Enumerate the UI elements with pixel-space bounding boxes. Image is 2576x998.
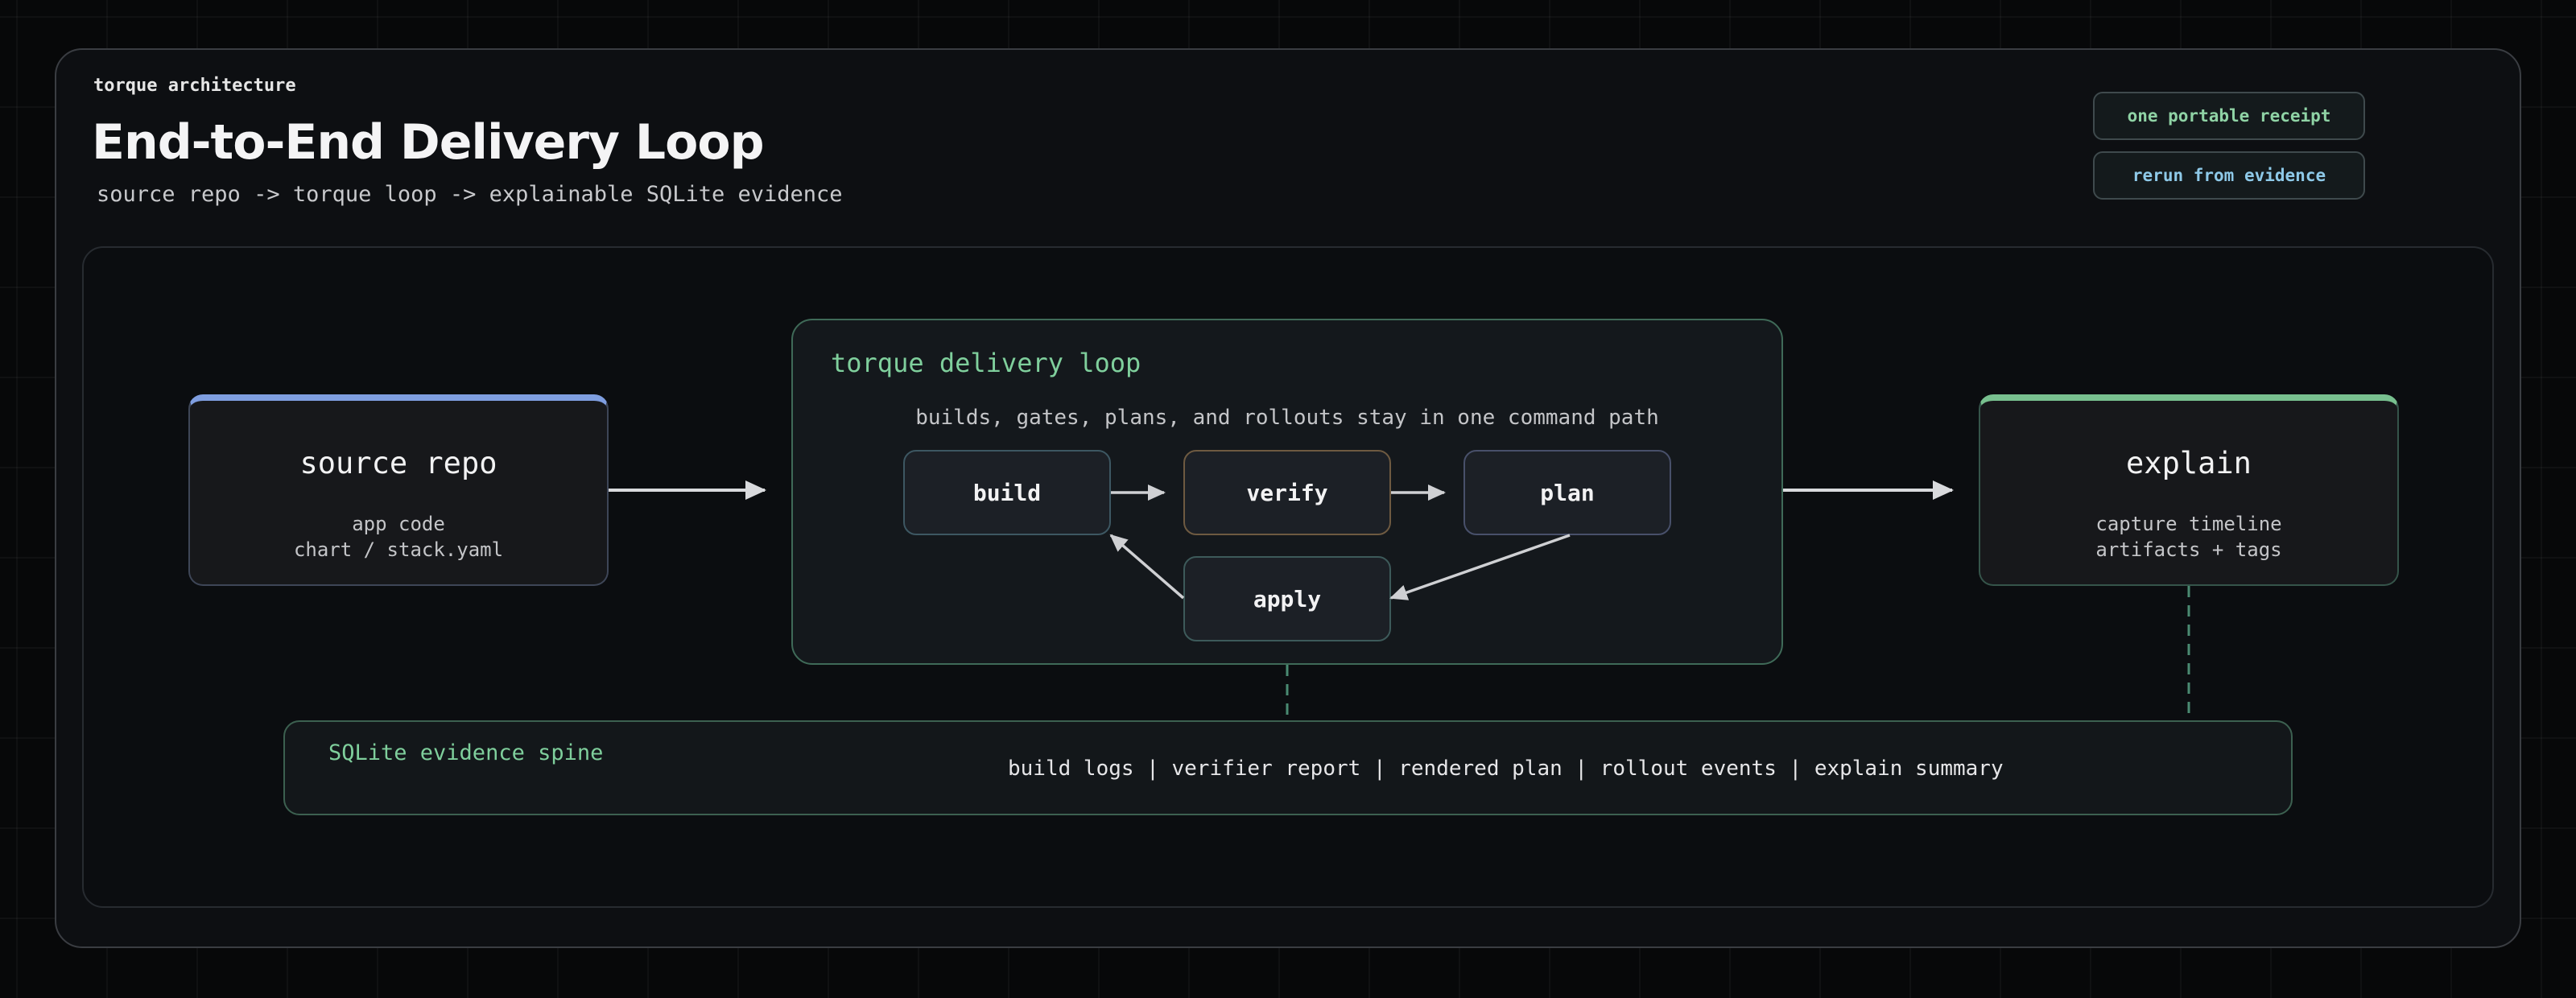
explain-card: explain capture timeline artifacts + tag…: [1979, 394, 2399, 586]
step-plan: plan: [1463, 450, 1671, 535]
delivery-loop-caption: builds, gates, plans, and rollouts stay …: [915, 406, 1659, 430]
page-subtitle: source repo -> torque loop -> explainabl…: [97, 182, 843, 207]
delivery-loop-title: torque delivery loop: [831, 348, 1141, 378]
source-repo-line: app code: [352, 513, 445, 535]
eyebrow-label: torque architecture: [93, 76, 296, 96]
step-apply: apply: [1183, 556, 1391, 641]
source-repo-title: source repo: [299, 446, 497, 480]
page-title: End-to-End Delivery Loop: [92, 114, 765, 171]
evidence-spine-items: build logs | verifier report | rendered …: [1008, 757, 2004, 781]
source-repo-details: app code chart / stack.yaml: [190, 511, 607, 563]
badge-rerun-from-evidence: rerun from evidence: [2093, 151, 2365, 200]
explain-line: artifacts + tags: [2095, 538, 2282, 561]
badge-portable-receipt: one portable receipt: [2093, 92, 2365, 140]
evidence-spine-title: SQLite evidence spine: [328, 740, 604, 765]
explain-line: capture timeline: [2095, 513, 2282, 535]
explain-title: explain: [2126, 446, 2252, 480]
source-repo-line: chart / stack.yaml: [293, 538, 504, 561]
explain-details: capture timeline artifacts + tags: [1980, 511, 2397, 563]
step-verify: verify: [1183, 450, 1391, 535]
step-build: build: [903, 450, 1111, 535]
source-repo-card: source repo app code chart / stack.yaml: [188, 394, 609, 586]
